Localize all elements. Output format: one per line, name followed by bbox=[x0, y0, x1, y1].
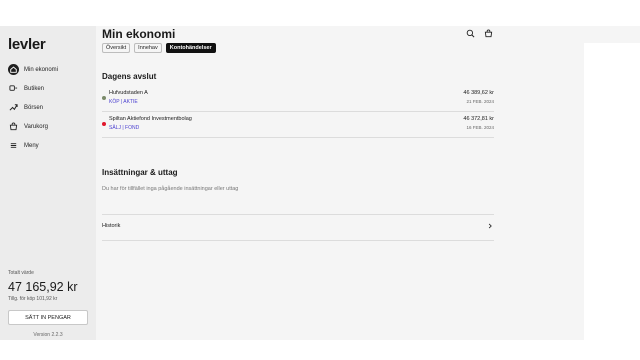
sidebar-item-meny[interactable]: Meny bbox=[6, 136, 92, 155]
transfers-title: Insättningar & uttag bbox=[102, 168, 178, 177]
cart-icon bbox=[8, 121, 19, 132]
store-icon bbox=[8, 83, 19, 94]
sidebar-item-varukorg[interactable]: Varukorg bbox=[6, 117, 92, 136]
tab-oversikt[interactable]: Översikt bbox=[102, 43, 131, 53]
cart-icon[interactable] bbox=[483, 28, 493, 38]
chevron-right-icon bbox=[486, 222, 494, 230]
deposit-button[interactable]: SÄTT IN PENGAR bbox=[8, 310, 88, 325]
trade-type: SÄLJ | FOND bbox=[109, 125, 140, 131]
trades-title: Dagens avslut bbox=[102, 72, 157, 81]
levler-logo[interactable]: levler bbox=[8, 36, 46, 53]
trade-type: KÖP | AKTIE bbox=[109, 99, 138, 105]
main-panel: Min ekonomi Översikt Innehav Kontohändel… bbox=[96, 26, 584, 340]
history-label: Historik bbox=[102, 223, 121, 229]
trade-row[interactable]: Hufvudstaden A KÖP | AKTIE 46 389,62 kr … bbox=[102, 88, 494, 112]
divider bbox=[102, 240, 494, 241]
tab-kontohandelser[interactable]: Kontohändelser bbox=[165, 43, 216, 53]
sidebar-nav: Min ekonomi Butiken Börsen Varukorg Meny bbox=[6, 60, 92, 155]
home-icon bbox=[8, 64, 19, 75]
sidebar-item-label: Meny bbox=[24, 142, 39, 149]
page-title: Min ekonomi bbox=[102, 27, 176, 41]
trend-up-icon bbox=[8, 102, 19, 113]
trade-amount: 46 389,62 kr bbox=[463, 90, 494, 96]
sidebar-item-borsen[interactable]: Börsen bbox=[6, 98, 92, 117]
total-balance: 47 165,92 kr bbox=[8, 280, 78, 294]
trade-name: Hufvudstaden A bbox=[109, 90, 148, 96]
sidebar-item-label: Varukorg bbox=[24, 123, 48, 130]
search-icon[interactable] bbox=[465, 28, 475, 38]
trade-row[interactable]: Spiltan Aktiefond Investmentbolag SÄLJ |… bbox=[102, 114, 494, 138]
sidebar-item-butiken[interactable]: Butiken bbox=[6, 79, 92, 98]
sidebar-item-label: Börsen bbox=[24, 104, 44, 111]
divider bbox=[102, 214, 494, 215]
trade-status-dot bbox=[102, 96, 106, 100]
menu-icon bbox=[8, 140, 19, 151]
sidebar: levler Min ekonomi Butiken Börsen Varuko… bbox=[0, 26, 96, 340]
balance-label: Totalt värde bbox=[8, 270, 34, 276]
header-strip bbox=[584, 26, 640, 43]
sidebar-item-label: Min ekonomi bbox=[24, 66, 59, 73]
trade-date: 16 FEB. 2024 bbox=[466, 125, 494, 130]
trade-date: 21 FEB. 2024 bbox=[466, 99, 494, 104]
tab-innehav[interactable]: Innehav bbox=[134, 43, 162, 53]
transfers-empty-message: Du har för tillfället inga pågående insä… bbox=[102, 186, 239, 192]
sidebar-item-min-ekonomi[interactable]: Min ekonomi bbox=[6, 60, 92, 79]
trade-name: Spiltan Aktiefond Investmentbolag bbox=[109, 116, 192, 122]
app-version: Version 2.2.3 bbox=[33, 332, 63, 338]
trade-amount: 46 372,81 kr bbox=[463, 116, 494, 122]
trade-status-dot bbox=[102, 122, 106, 126]
tab-bar: Översikt Innehav Kontohändelser bbox=[102, 43, 216, 53]
sidebar-item-label: Butiken bbox=[24, 85, 45, 92]
history-link[interactable]: Historik bbox=[102, 220, 494, 234]
available-for-purchase: Tillg. för köp 101,92 kr bbox=[8, 296, 58, 302]
